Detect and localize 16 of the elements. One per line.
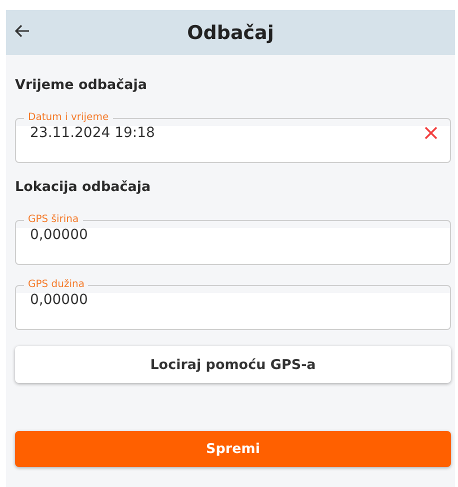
field-value: 23.11.2024 19:18 xyxy=(30,125,156,141)
field-value: 0,00000 xyxy=(30,227,89,243)
section-heading: Lokacija odbačaja xyxy=(15,179,152,195)
section-heading: Vrijeme odbačaja xyxy=(15,77,148,93)
field-label: GPS širina xyxy=(27,213,80,227)
field-label: GPS dužina xyxy=(27,278,86,292)
clear-icon[interactable] xyxy=(424,126,438,140)
input-field[interactable]: GPS dužina 0,00000 xyxy=(15,278,451,330)
field-value: 0,00000 xyxy=(30,292,89,308)
locate-gps-button[interactable]: Lociraj pomoću GPS-a xyxy=(15,346,451,383)
field-label: Datum i vrijeme xyxy=(27,111,110,125)
back-arrow-icon xyxy=(14,24,30,38)
back-button[interactable] xyxy=(12,22,32,40)
input-field[interactable]: Datum i vrijeme 23.11.2024 19:18 xyxy=(15,111,451,163)
screen-title: Odbačaj xyxy=(187,22,274,44)
input-field[interactable]: GPS širina 0,00000 xyxy=(15,213,451,265)
